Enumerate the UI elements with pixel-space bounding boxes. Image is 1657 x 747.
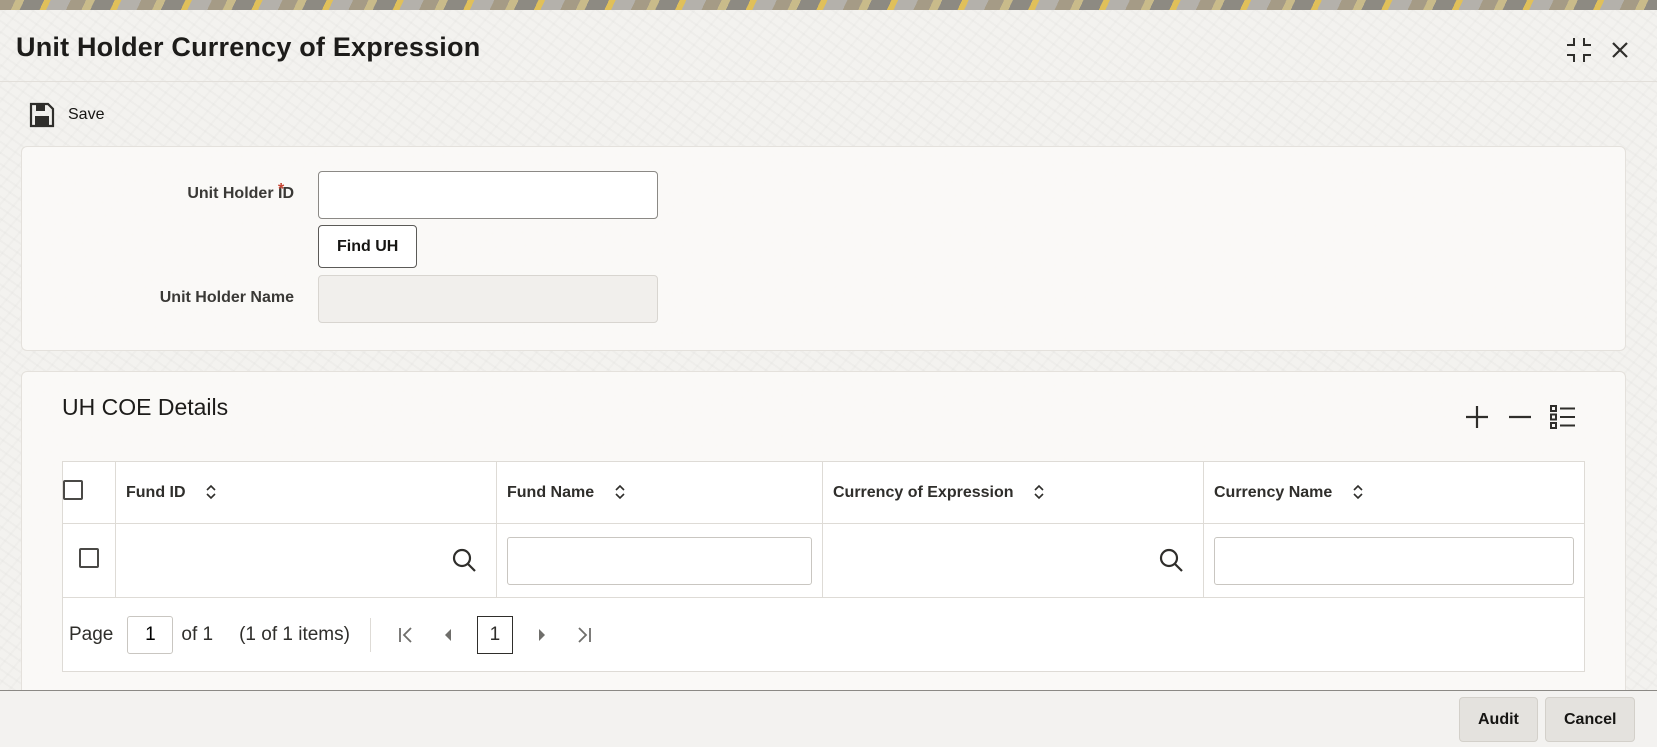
fund-id-search-icon[interactable] [450, 546, 478, 574]
first-page-icon[interactable] [393, 622, 419, 648]
save-button[interactable]: Save [28, 100, 104, 130]
fund-id-cell[interactable] [115, 523, 497, 598]
sort-icon[interactable] [613, 484, 627, 500]
unit-holder-name-label: Unit Holder Name [159, 289, 294, 306]
select-all-cell [62, 461, 116, 524]
collapse-window-icon[interactable] [1563, 34, 1595, 66]
uh-coe-details-panel: UH COE Details Fund ID Fund Name Currenc… [21, 371, 1626, 691]
sort-icon[interactable] [204, 484, 218, 500]
footer-bar: Audit Cancel [0, 690, 1657, 747]
last-page-icon[interactable] [571, 622, 597, 648]
sort-icon[interactable] [1351, 484, 1365, 500]
current-page-button[interactable]: 1 [476, 615, 513, 654]
column-header-label: Fund ID [126, 483, 186, 501]
column-header-currency-name[interactable]: Currency Name [1203, 461, 1585, 524]
row-checkbox[interactable] [79, 548, 99, 568]
select-all-checkbox[interactable] [63, 480, 83, 500]
column-header-label: Currency of Expression [833, 483, 1014, 501]
window-title-bar: Unit Holder Currency of Expression [0, 10, 1657, 82]
items-count: (1 of 1 items) [239, 623, 350, 645]
floppy-disk-icon [29, 102, 55, 128]
column-header-label: Fund Name [507, 483, 595, 501]
previous-page-icon[interactable] [435, 622, 461, 648]
pager-cell: Page of 1 (1 of 1 items) 1 [62, 597, 1585, 672]
sort-icon[interactable] [1032, 484, 1046, 500]
uh-coe-table: Fund ID Fund Name Currency of Expression [62, 461, 1585, 672]
section-title: UH COE Details [62, 394, 229, 420]
column-list-icon[interactable] [1548, 402, 1578, 432]
close-icon[interactable] [1604, 34, 1636, 66]
column-header-fund-name[interactable]: Fund Name [496, 461, 823, 524]
page-number-input[interactable] [127, 615, 174, 654]
currency-name-input[interactable] [1214, 536, 1574, 585]
page-title: Unit Holder Currency of Expression [16, 32, 481, 62]
pager-row: Page of 1 (1 of 1 items) 1 [62, 597, 1585, 672]
required-marker: * [278, 181, 285, 198]
unit-holder-name-field [318, 275, 658, 323]
next-page-icon[interactable] [529, 622, 555, 648]
row-select-cell [62, 523, 116, 598]
table-row [62, 523, 1585, 598]
pagination: Page of 1 (1 of 1 items) 1 [69, 615, 1574, 654]
save-label: Save [68, 106, 105, 123]
cancel-button[interactable]: Cancel [1545, 697, 1636, 742]
audit-button[interactable]: Audit [1459, 697, 1538, 742]
table-header-row: Fund ID Fund Name Currency of Expression [62, 461, 1585, 524]
remove-icon[interactable] [1505, 402, 1535, 432]
currency-of-expression-cell[interactable] [822, 523, 1204, 598]
page-of-label: of 1 [181, 623, 214, 645]
fund-name-input[interactable] [507, 536, 812, 585]
column-header-label: Currency Name [1214, 483, 1333, 501]
unit-holder-form-panel: Unit Holder ID * Find UH Unit Holder Nam… [21, 146, 1626, 351]
currency-name-cell [1203, 523, 1585, 598]
unit-holder-id-input[interactable] [318, 171, 658, 219]
column-header-currency-of-expression[interactable]: Currency of Expression [822, 461, 1204, 524]
currency-search-icon[interactable] [1157, 546, 1185, 574]
fund-name-cell [496, 523, 823, 598]
page-label: Page [69, 623, 114, 645]
pager-divider [369, 617, 371, 652]
column-header-fund-id[interactable]: Fund ID [115, 461, 497, 524]
decorative-banner-strip [0, 0, 1657, 10]
add-icon[interactable] [1462, 402, 1492, 432]
find-uh-button[interactable]: Find UH [318, 225, 418, 268]
